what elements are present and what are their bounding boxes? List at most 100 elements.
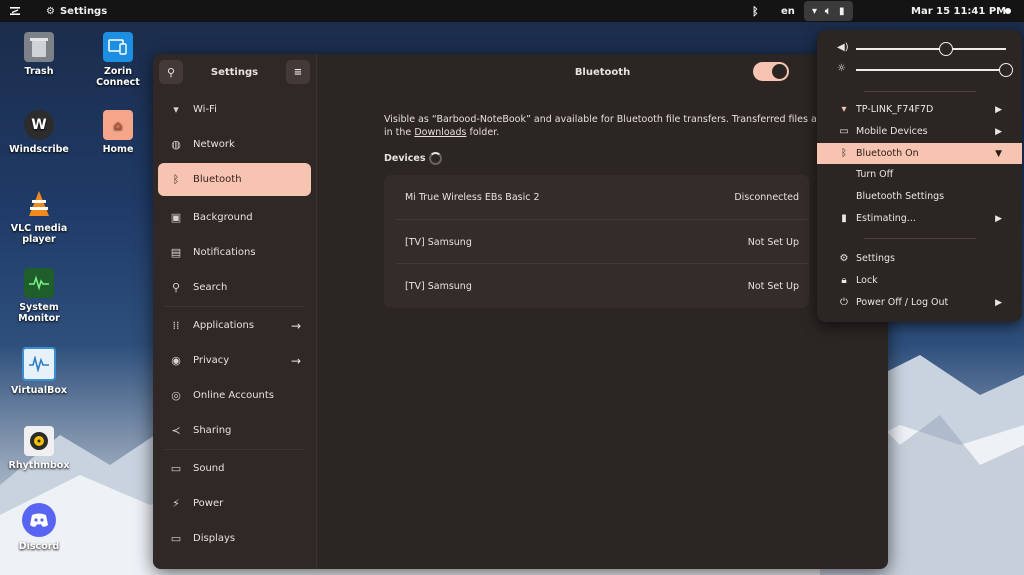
sidebar-item-network[interactable]: ◍ Network [158, 128, 311, 161]
sidebar-item-power[interactable]: ⚡ Power [158, 487, 311, 520]
battery-icon: ▮ [841, 213, 847, 224]
device-row[interactable]: Mi True Wireless EBs Basic 2 Disconnecte… [384, 175, 809, 219]
sidebar-title: Settings [210, 66, 259, 78]
bluetooth-menu-item[interactable]: ᛒ Bluetooth On ▼ [817, 143, 1022, 164]
home-folder-icon: ⌂ [103, 110, 133, 140]
settings-menu-item[interactable]: ⚙ Settings [817, 248, 1022, 269]
menu-button[interactable]: ≡ [286, 60, 310, 84]
volume-slider-row[interactable]: ◀︎) [817, 40, 1022, 58]
loading-spinner-icon [429, 152, 442, 165]
sidebar-item-label: Background [193, 212, 253, 223]
sidebar-item-applications[interactable]: ⁞⁞ Applications → [158, 309, 311, 342]
windscribe-icon: W [24, 110, 54, 140]
sharing-icon: ≺ [171, 424, 181, 437]
device-row[interactable]: [TV] Samsung Not Set Up [384, 220, 809, 264]
sidebar-item-search[interactable]: ⚲ Search [158, 271, 311, 304]
sidebar-item-label: Privacy [193, 355, 230, 366]
desktop-icon-label: VirtualBox [11, 385, 67, 396]
hamburger-icon: ≡ [293, 66, 303, 78]
mobile-devices-menu-item[interactable]: ▭ Mobile Devices ▶ [817, 121, 1022, 142]
battery-icon: ▮ [839, 5, 845, 17]
keyboard-layout[interactable]: en [781, 0, 795, 22]
volume-icon: 🔈︎ [825, 5, 832, 17]
desktop-icon-label: Trash [24, 66, 54, 77]
sidebar-item-notifications[interactable]: ▤ Notifications [158, 236, 311, 269]
settings-sidebar: ⚲ Settings ≡ ▾ Wi-Fi ◍ Network ᛒ Bluetoo… [153, 54, 317, 569]
lock-menu-item[interactable]: 🔒︎ Lock [817, 270, 1022, 291]
desktop-icon-virtualbox[interactable]: VirtualBox [4, 347, 74, 396]
sidebar-item-displays[interactable]: ▭ Displays [158, 522, 311, 555]
bluetooth-toggle[interactable] [753, 62, 789, 81]
brightness-slider-knob[interactable] [999, 63, 1013, 77]
power-menu-item[interactable]: ⏻ Power Off / Log Out ▶ [817, 292, 1022, 313]
desktop-icon-label: VLC media player [10, 223, 68, 245]
system-tray[interactable]: ▾ 🔈︎ ▮ [804, 0, 853, 22]
volume-icon: ◀︎) [837, 42, 849, 53]
desktop-icon-windscribe[interactable]: W Windscribe [4, 110, 74, 155]
arrow-right-icon: ▶ [995, 104, 1002, 115]
clock[interactable]: Mar 15 11:41 PM [911, 0, 1006, 22]
zorin-connect-icon [103, 32, 133, 62]
bluetooth-turn-off-item[interactable]: Turn Off [817, 164, 1022, 185]
discord-icon [22, 503, 56, 537]
sidebar-header: ⚲ Settings ≡ [153, 54, 316, 90]
arrow-right-icon: ▶ [995, 213, 1002, 224]
network-icon: ◍ [171, 138, 181, 151]
desktop-icon-home[interactable]: ⌂ Home [83, 110, 153, 155]
sidebar-item-label: Power [193, 498, 224, 509]
bluetooth-settings-item[interactable]: Bluetooth Settings [817, 186, 1022, 207]
sidebar-item-label: Applications [193, 320, 255, 331]
power-icon: ⚡ [172, 497, 180, 510]
desktop-icon-zorin-connect[interactable]: Zorin Connect [83, 32, 153, 88]
applications-icon: ⁞⁞ [172, 319, 180, 332]
sidebar-item-background[interactable]: ▣ Background [158, 201, 311, 234]
app-menu[interactable]: ⚙ Settings [46, 0, 107, 22]
brightness-slider[interactable] [856, 69, 1006, 71]
downloads-link[interactable]: Downloads [414, 127, 466, 138]
sidebar-item-wifi[interactable]: ▾ Wi-Fi [158, 93, 311, 126]
menu-item-label: Settings [856, 253, 895, 264]
sidebar-item-online-accounts[interactable]: ◎ Online Accounts [158, 379, 311, 412]
sidebar-item-sound[interactable]: ▭ Sound [158, 452, 311, 485]
desktop-icon-rhythmbox[interactable]: Rhythmbox [4, 426, 74, 471]
mobile-devices-icon: ▭ [839, 126, 849, 137]
brightness-slider-row[interactable]: ☼ [817, 61, 1022, 79]
gear-icon: ⚙ [839, 253, 849, 264]
desktop-icon-label: Windscribe [9, 144, 69, 155]
sidebar-item-sharing[interactable]: ≺ Sharing [158, 414, 311, 447]
sidebar-item-label: Notifications [193, 247, 256, 258]
gear-icon: ⚙ [46, 5, 55, 17]
volume-slider-knob[interactable] [939, 42, 953, 56]
sidebar-item-privacy[interactable]: ◉ Privacy → [158, 344, 311, 377]
rhythmbox-icon [24, 426, 54, 456]
volume-slider[interactable] [856, 48, 1006, 50]
notification-dot-icon[interactable] [1005, 0, 1011, 22]
device-status: Disconnected [734, 191, 799, 203]
devices-heading: Devices [384, 153, 426, 164]
bluetooth-icon: ᛒ [172, 173, 180, 186]
menu-item-label: Estimating... [856, 213, 916, 224]
sidebar-item-label: Sound [193, 463, 225, 474]
zorin-menu-icon[interactable] [9, 0, 21, 22]
arrow-right-icon: → [290, 318, 301, 333]
desktop-icon-discord[interactable]: Discord [4, 503, 74, 552]
sidebar-item-bluetooth[interactable]: ᛒ Bluetooth [158, 163, 311, 196]
desktop-icon-label: Rhythmbox [8, 460, 70, 471]
privacy-icon: ◉ [171, 354, 181, 367]
device-row[interactable]: [TV] Samsung Not Set Up [384, 264, 809, 308]
menu-item-label: Bluetooth On [856, 148, 919, 159]
chevron-down-icon: ▼ [995, 148, 1002, 159]
sidebar-item-label: Network [193, 139, 235, 150]
desktop-icon-vlc[interactable]: VLC media player [4, 189, 74, 245]
desktop-icon-label: Zorin Connect [96, 66, 140, 88]
desktop-icon-trash[interactable]: Trash [4, 32, 74, 77]
bluetooth-tray-icon[interactable]: ᛒ [752, 0, 759, 22]
virtualbox-icon [22, 347, 56, 381]
search-button[interactable]: ⚲ [159, 60, 183, 84]
battery-menu-item[interactable]: ▮ Estimating... ▶ [817, 208, 1022, 229]
desktop-icon-system-monitor[interactable]: System Monitor [4, 268, 74, 324]
wifi-menu-item[interactable]: ▾ TP-LINK_F74F7D ▶ [817, 99, 1022, 120]
notifications-icon: ▤ [170, 246, 182, 259]
device-status: Not Set Up [747, 280, 799, 292]
background-icon: ▣ [170, 211, 182, 224]
